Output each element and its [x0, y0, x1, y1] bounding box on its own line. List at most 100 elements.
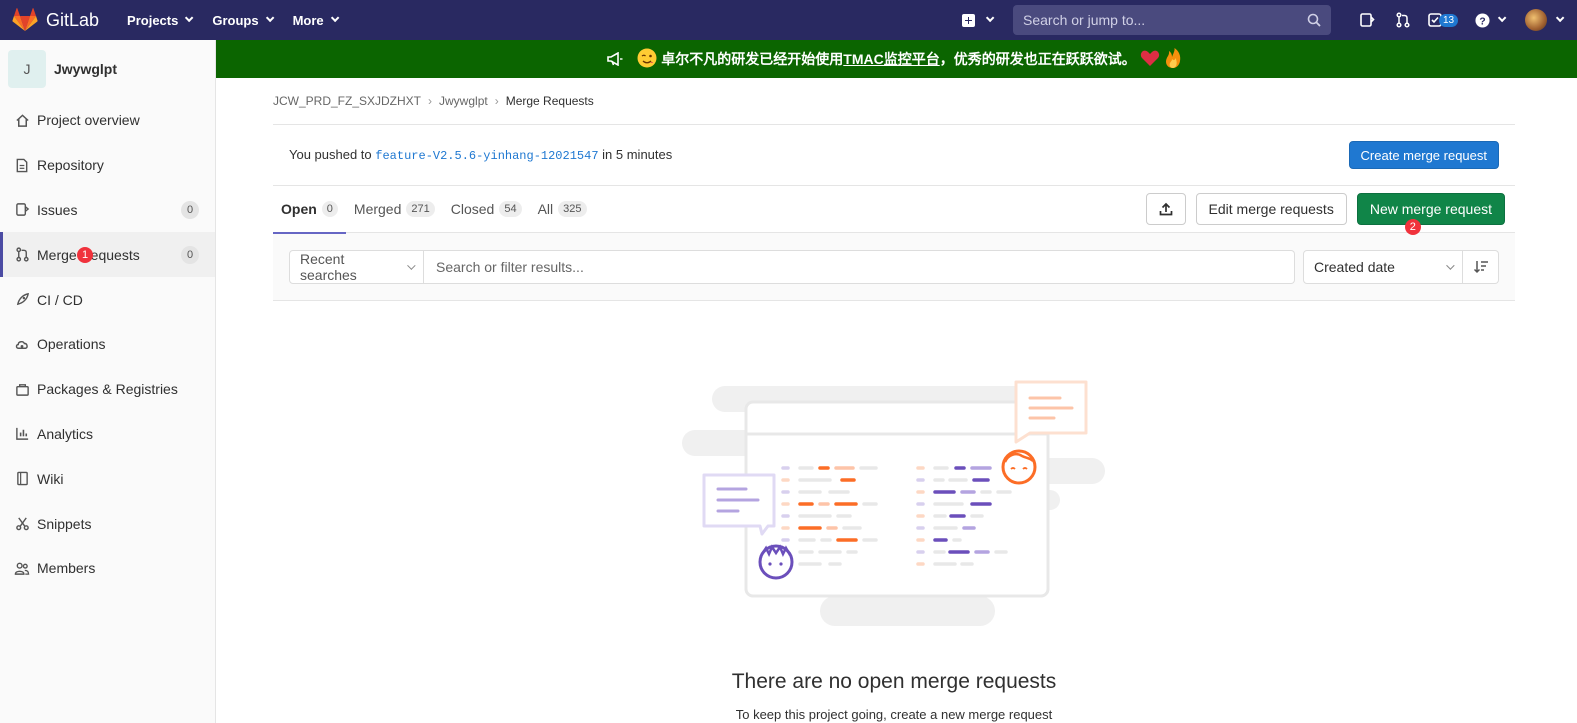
- push-alert-prefix: You pushed to: [289, 147, 372, 162]
- sidebar-item-repository[interactable]: Repository: [0, 143, 215, 188]
- broadcast-banner: 卓尔不凡的研发已经开始使用 TMAC监控平台 ，优秀的研发也正在跃跃欲试。: [216, 40, 1577, 78]
- sidebar-item-label: Members: [37, 560, 96, 577]
- sidebar-project-header[interactable]: J Jwywglpt: [0, 40, 215, 98]
- book-icon: [14, 471, 30, 487]
- rocket-icon: [14, 292, 30, 308]
- tab-count-badge: 271: [406, 201, 435, 217]
- question-circle-icon: ?: [1475, 12, 1490, 28]
- tab-label: Open: [281, 201, 317, 217]
- sidebar-item-label: Snippets: [37, 515, 92, 532]
- sidebar-item-label: Analytics: [37, 425, 94, 442]
- sort-direction-button[interactable]: [1463, 249, 1499, 284]
- nav-more-dropdown[interactable]: More: [292, 12, 340, 28]
- sidebar-item-label: Repository: [37, 157, 104, 174]
- users-icon: [14, 560, 30, 576]
- sidebar-item-issues[interactable]: Issues 0: [0, 188, 215, 233]
- sidebar-item-analytics[interactable]: Analytics: [0, 412, 215, 457]
- chevron-down-icon: [185, 13, 194, 23]
- sidebar-item-operations[interactable]: Operations: [0, 322, 215, 367]
- filtered-search-input[interactable]: [436, 258, 1282, 275]
- sidebar-item-label: CI / CD: [37, 291, 83, 308]
- sort-dropdown[interactable]: Created date: [1303, 249, 1463, 284]
- svg-text:?: ?: [1479, 16, 1485, 27]
- sidebar-item-snippets[interactable]: Snippets: [0, 501, 215, 546]
- filtered-search-box[interactable]: [424, 249, 1295, 284]
- chevron-down-icon: [407, 260, 416, 270]
- tab-label: Closed: [450, 201, 495, 217]
- issues-icon: [1360, 13, 1375, 27]
- push-alert-message: You pushed to feature-V2.5.6-yinhang-120…: [289, 147, 672, 163]
- tab-closed[interactable]: Closed 54: [443, 186, 530, 233]
- fire-icon: [1164, 47, 1182, 72]
- chevron-down-icon: [1555, 13, 1565, 23]
- sidebar-item-packages-registries[interactable]: Packages & Registries: [0, 367, 215, 412]
- banner-text-before: 卓尔不凡的研发已经开始使用: [661, 51, 844, 67]
- gitlab-home-link[interactable]: GitLab: [12, 8, 99, 32]
- nav-right: 13 ?: [962, 0, 1577, 40]
- merge-requests-count-badge: 0: [181, 245, 199, 264]
- help-dropdown[interactable]: ?: [1465, 0, 1513, 40]
- megaphone-icon: [607, 52, 623, 66]
- tab-count-badge: 54: [499, 201, 522, 217]
- global-search-input[interactable]: [1023, 12, 1307, 28]
- brand-name: GitLab: [46, 9, 100, 30]
- export-button[interactable]: [1145, 193, 1186, 225]
- tab-count-badge: 325: [558, 201, 587, 217]
- chevron-right-icon: ›: [494, 94, 499, 108]
- issues-nav-button[interactable]: [1349, 0, 1385, 40]
- recent-push-alert: You pushed to feature-V2.5.6-yinhang-120…: [273, 125, 1515, 186]
- sidebar-item-members[interactable]: Members: [0, 546, 215, 591]
- create-merge-request-button[interactable]: Create merge request: [1348, 141, 1499, 169]
- search-icon: [1307, 13, 1321, 27]
- sidebar-item-project-overview[interactable]: Project overview: [0, 98, 215, 143]
- empty-state-title: There are no open merge requests: [731, 670, 1057, 693]
- global-search[interactable]: [1013, 5, 1331, 35]
- tab-label: All: [537, 201, 554, 217]
- sort-descending-icon: [1473, 260, 1488, 273]
- breadcrumb-current[interactable]: Merge Requests: [506, 94, 594, 108]
- sidebar-item-label: Wiki: [37, 470, 64, 487]
- breadcrumb-group-link[interactable]: JCW_PRD_FZ_SXJDZHXT: [273, 94, 421, 108]
- gitlab-logo-icon: [12, 8, 38, 31]
- new-item-dropdown[interactable]: [962, 13, 995, 27]
- chart-icon: [14, 426, 30, 442]
- nav-more-label: More: [292, 12, 324, 28]
- tab-all[interactable]: All 325: [530, 186, 595, 233]
- mr-tabs-row: Open 0 Merged 271 Closed 54 All 325 Edit mer…: [273, 186, 1515, 235]
- tab-merged[interactable]: Merged 271: [346, 186, 443, 233]
- nav-groups-dropdown[interactable]: Groups: [212, 13, 274, 28]
- sidebar-item-merge-requests[interactable]: Merge Requests 0 1: [0, 232, 215, 278]
- tab-open[interactable]: Open 0: [273, 186, 346, 234]
- breadcrumb-project-link[interactable]: Jwywglpt: [439, 94, 488, 108]
- project-sidebar: J Jwywglpt Project overview Repository I…: [0, 40, 216, 723]
- merge-requests-nav-button[interactable]: [1385, 0, 1421, 40]
- upload-icon: [1159, 202, 1172, 216]
- merge-request-icon: [14, 247, 30, 263]
- chevron-down-icon: [265, 13, 274, 23]
- package-icon: [14, 381, 30, 397]
- nav-projects-dropdown[interactable]: Projects: [127, 13, 194, 28]
- todos-nav-button[interactable]: 13: [1421, 0, 1465, 40]
- recent-searches-label: Recent searches: [300, 250, 357, 283]
- nav-menu: Projects Groups More: [127, 13, 358, 28]
- mr-actions: Edit merge requests New merge request 2: [1136, 193, 1515, 235]
- empty-state-subtitle: To keep this project going, create a new…: [735, 707, 1053, 722]
- new-merge-request-button[interactable]: New merge request: [1356, 193, 1505, 225]
- issues-count-badge: 0: [181, 200, 199, 219]
- edit-merge-requests-button[interactable]: Edit merge requests: [1195, 193, 1347, 225]
- scissors-icon: [14, 516, 30, 532]
- chevron-down-icon: [1497, 13, 1507, 23]
- user-menu-dropdown[interactable]: [1513, 0, 1573, 40]
- banner-link[interactable]: TMAC监控平台: [843, 49, 939, 69]
- sidebar-item-ci-cd[interactable]: CI / CD: [0, 277, 215, 322]
- empty-merge-requests-illustration: [682, 380, 1105, 626]
- winking-face-icon: [637, 48, 657, 71]
- pushed-branch-link[interactable]: feature-V2.5.6-yinhang-12021547: [375, 149, 598, 163]
- recent-searches-dropdown[interactable]: Recent searches: [289, 249, 424, 284]
- sidebar-item-label: Issues: [37, 201, 78, 218]
- sidebar-item-wiki[interactable]: Wiki: [0, 456, 215, 501]
- tab-label: Merged: [353, 201, 402, 217]
- chevron-right-icon: ›: [428, 94, 433, 108]
- project-avatar: J: [8, 50, 46, 88]
- main-content: JCW_PRD_FZ_SXJDZHXT › Jwywglpt › Merge R…: [273, 78, 1515, 301]
